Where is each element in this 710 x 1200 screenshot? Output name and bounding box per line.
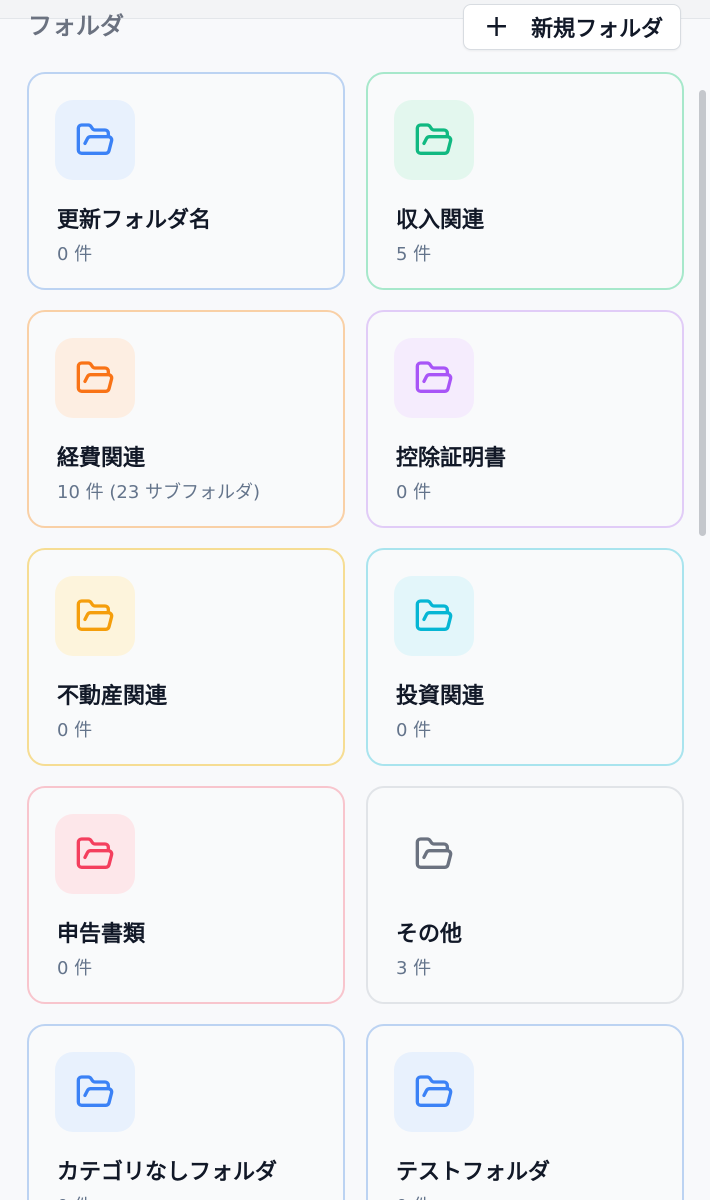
folder-name: 収入関連 xyxy=(396,208,485,233)
plus-icon: + xyxy=(484,9,510,44)
folder-name: 申告書類 xyxy=(57,922,146,947)
folder-icon-tile xyxy=(55,576,135,656)
folder-icon-tile xyxy=(55,814,135,894)
folder-count: 10 件 (23 サブフォルダ) xyxy=(57,482,261,503)
folder-open-icon xyxy=(76,599,114,631)
folder-card[interactable]: その他 3 件 xyxy=(366,786,684,1004)
folder-count: 5 件 xyxy=(396,244,432,265)
folder-count: 3 件 xyxy=(396,958,432,979)
folder-card[interactable]: 経費関連 10 件 (23 サブフォルダ) xyxy=(27,310,345,528)
new-folder-label: 新規フォルダ xyxy=(531,17,664,42)
folder-card[interactable]: カテゴリなしフォルダ 0 件 xyxy=(27,1024,345,1200)
folder-card[interactable]: 申告書類 0 件 xyxy=(27,786,345,1004)
folder-icon-tile xyxy=(394,1052,474,1132)
folder-icon-tile xyxy=(394,814,474,894)
folder-open-icon xyxy=(415,123,453,155)
folder-icon-tile xyxy=(55,100,135,180)
folder-count: 0 件 xyxy=(57,958,93,979)
folder-name: 不動産関連 xyxy=(57,684,168,709)
folder-name: 控除証明書 xyxy=(396,446,507,471)
folder-open-icon xyxy=(76,361,114,393)
folder-name: カテゴリなしフォルダ xyxy=(57,1160,278,1185)
folder-open-icon xyxy=(415,837,453,869)
folder-count: 0 件 xyxy=(57,720,93,741)
folder-name: 更新フォルダ名 xyxy=(57,208,212,233)
folder-icon-tile xyxy=(55,1052,135,1132)
folder-open-icon xyxy=(415,361,453,393)
scrollbar[interactable] xyxy=(699,90,706,536)
folder-card[interactable]: 更新フォルダ名 0 件 xyxy=(27,72,345,290)
folder-card[interactable]: 投資関連 0 件 xyxy=(366,548,684,766)
folder-count: 0 件 xyxy=(396,482,432,503)
folder-card[interactable]: 不動産関連 0 件 xyxy=(27,548,345,766)
folder-card[interactable]: 収入関連 5 件 xyxy=(366,72,684,290)
folder-open-icon xyxy=(76,1075,114,1107)
folder-icon-tile xyxy=(394,576,474,656)
folder-open-icon xyxy=(76,837,114,869)
new-folder-button[interactable]: + 新規フォルダ xyxy=(463,4,681,50)
folder-name: 経費関連 xyxy=(57,446,146,471)
folder-name: 投資関連 xyxy=(396,684,485,709)
folder-card[interactable]: テストフォルダ 0 件 xyxy=(366,1024,684,1200)
folder-icon-tile xyxy=(55,338,135,418)
folder-count: 0 件 xyxy=(57,244,93,265)
folder-count: 0 件 xyxy=(57,1192,92,1200)
folder-name: その他 xyxy=(396,922,463,947)
folder-open-icon xyxy=(76,123,114,155)
section-title: フォルダ xyxy=(28,12,124,40)
folder-screen: フォルダ + 新規フォルダ 更新フォルダ名 0 件 収入関連 5 件 経費関連 … xyxy=(0,0,710,1200)
folder-name: テストフォルダ xyxy=(396,1160,551,1185)
folder-open-icon xyxy=(415,1075,453,1107)
folder-count: 0 件 xyxy=(396,720,432,741)
folder-icon-tile xyxy=(394,100,474,180)
folder-open-icon xyxy=(415,599,453,631)
folder-count: 0 件 xyxy=(396,1192,431,1200)
folder-card[interactable]: 控除証明書 0 件 xyxy=(366,310,684,528)
folder-icon-tile xyxy=(394,338,474,418)
folder-grid: 更新フォルダ名 0 件 収入関連 5 件 経費関連 10 件 (23 サブフォル… xyxy=(27,72,684,1200)
